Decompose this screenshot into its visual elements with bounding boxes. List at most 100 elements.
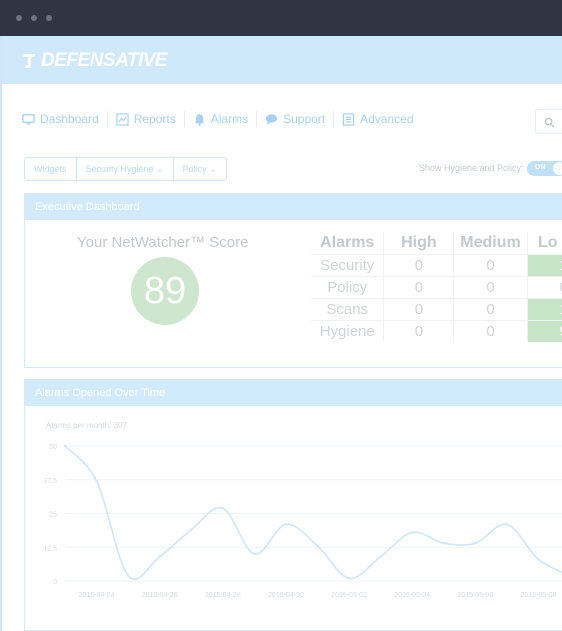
alarms-over-time-panel: Alarms Opened Over Time Alarms per month… [24,379,562,631]
data-point [284,523,288,526]
window-close-dot[interactable] [16,15,22,21]
chart-series [63,444,562,580]
data-point [410,531,414,534]
x-tick-label: 2015-05-06 [457,592,493,599]
y-tick-label: 25 [49,512,57,519]
data-point [253,552,256,556]
nav-alarms[interactable]: Alarms [185,111,258,127]
app-frame: DEFENSATIVE Dashboard Reports Alarms Sup… [0,36,562,631]
nav-dashboard[interactable]: Dashboard [22,111,108,127]
chart-subtitle: Alarms per month: 307 [46,421,127,430]
data-point [190,528,193,531]
alarm-summary-table: Alarms High Medium Lo Security 0 0 1 Pol… [311,232,562,342]
data-point [347,577,351,580]
table-row[interactable]: Scans 0 0 1 [311,297,562,320]
chart-grid [65,445,562,582]
data-point [442,542,445,545]
row-high-count: 0 [383,253,454,276]
data-point [221,506,225,510]
column-header-low: Lo [526,232,562,254]
row-category: Scans [311,297,384,320]
row-high-count: 0 [383,297,454,320]
data-point [379,555,382,558]
row-medium-count: 0 [453,253,528,276]
nav-advanced-label: Advanced [360,112,414,126]
table-row[interactable]: Policy 0 0 0 [311,275,562,298]
score-badge: 89 [131,257,199,325]
x-tick-label: 2015-04-30 [268,592,304,599]
table-header-row: Alarms High Medium Lo [311,232,562,254]
data-point [316,544,319,548]
hygiene-policy-toggle[interactable]: ON [527,161,562,176]
x-tick-label: 2015-05-08 [521,592,557,599]
row-category: Hygiene [311,319,384,342]
series-line [64,445,562,580]
column-header-high: High [383,232,454,254]
logo-shield-icon [23,54,36,68]
show-hygiene-policy-label: Show Hygiene and Policy: [419,163,524,173]
nav-reports[interactable]: Reports [108,111,185,127]
widgets-button[interactable]: Widgets [25,158,77,180]
toggle-state-label: ON [535,164,546,171]
x-tick-label: 2015-05-04 [394,592,430,599]
monitor-icon [22,113,35,125]
nav-support[interactable]: Support [257,111,335,127]
data-point [126,574,130,577]
table-row[interactable]: Security 0 0 1 [311,253,562,276]
row-low-count: 1 [526,297,562,320]
table-row[interactable]: Hygiene 0 0 9 [311,319,562,342]
chart-axes: 0 12.5 25 37.5 50 2015-04-24 2015-04-26 2015-04… [43,444,556,599]
row-low-count: 0 [526,275,562,298]
alarms-over-time-title: Alarms Opened Over Time [25,380,562,406]
nav-reports-label: Reports [133,112,176,126]
data-point [158,555,161,558]
x-tick-label: 2015-04-28 [205,592,241,599]
brand-bar: DEFENSATIVE [2,36,562,84]
list-icon [342,112,355,126]
row-high-count: 0 [383,275,454,298]
window-maximize-dot[interactable] [46,15,52,21]
x-tick-label: 2015-05-02 [331,592,367,599]
alarms-chart-area: Alarms per month: 307 0 12.5 25 37.5 50 2015-… [25,406,562,631]
y-tick-label: 12.5 [43,545,57,552]
nav-dashboard-label: Dashboard [40,112,99,126]
alarms-line-chart: Alarms per month: 307 0 12.5 25 37.5 50 2015-… [43,421,562,599]
row-medium-count: 0 [453,319,528,342]
row-high-count: 0 [383,319,454,342]
search-icon [544,117,555,128]
chat-icon [266,113,278,125]
main-nav: Dashboard Reports Alarms Support Advance… [22,110,422,128]
security-hygiene-dropdown[interactable]: Security Hygiene ⌄ [77,158,174,180]
y-tick-label: 37.5 [43,478,57,485]
search-button[interactable] [535,109,562,134]
data-point [537,558,540,561]
nav-support-label: Support [283,112,326,126]
row-low-count: 9 [526,319,562,342]
data-point [505,523,509,526]
data-point [95,479,98,483]
window-minimize-dot[interactable] [31,15,37,21]
data-point [474,542,477,545]
data-point [63,444,67,448]
row-category: Security [311,253,384,276]
executive-dashboard-title: Executive Dashboard [25,194,562,220]
nav-advanced[interactable]: Advanced [334,111,421,127]
row-category: Policy [311,275,384,298]
score-title: Your NetWatcher™ Score [77,234,249,251]
chart-icon [116,112,129,126]
policy-dropdown[interactable]: Policy ⌄ [174,158,226,180]
column-header-alarms: Alarms [320,233,375,251]
x-tick-label: 2015-04-26 [142,592,178,599]
column-header-medium: Medium [453,232,528,254]
y-tick-label: 0 [53,579,57,586]
toggle-knob [553,162,562,175]
filter-button-group: Widgets Security Hygiene ⌄ Policy ⌄ [24,157,227,181]
row-medium-count: 0 [453,297,528,320]
y-tick-label: 50 [49,444,57,451]
window-titlebar [0,0,562,36]
x-tick-label: 2015-04-24 [79,592,115,599]
row-medium-count: 0 [453,275,528,298]
brand-name: DEFENSATIVE [41,50,168,71]
nav-alarms-label: Alarms [210,112,249,126]
brand-logo[interactable]: DEFENSATIVE [22,50,168,72]
